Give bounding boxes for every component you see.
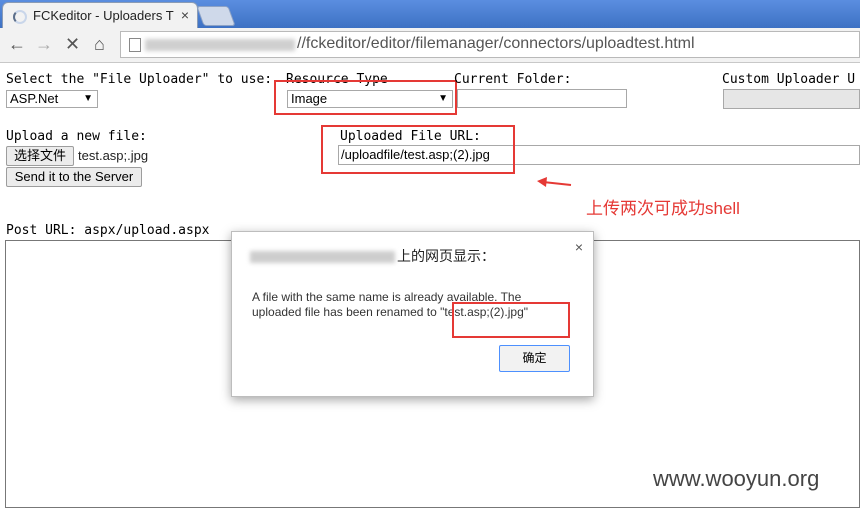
- tab-close-icon[interactable]: ×: [181, 7, 189, 23]
- chevron-down-icon: ▼: [83, 93, 93, 104]
- current-folder-label: Current Folder:: [454, 72, 572, 87]
- uploader-select[interactable]: ASP.Net ▼: [6, 90, 98, 108]
- tab-fckeditor-uploaders[interactable]: FCKeditor - Uploaders T ×: [2, 2, 198, 30]
- tab-bar: FCKeditor - Uploaders T ×: [0, 0, 860, 30]
- dialog-title: 上的网页显示：: [397, 248, 495, 264]
- back-icon[interactable]: ←: [8, 34, 26, 55]
- custom-uploader-label: Custom Uploader U: [722, 72, 856, 87]
- chosen-file-name: test.asp;.jpg: [78, 148, 149, 163]
- new-tab-button[interactable]: [196, 6, 236, 26]
- highlight-uploaded-url: [321, 125, 515, 174]
- dialog-host-redacted: [250, 251, 395, 263]
- home-icon[interactable]: ⌂: [94, 34, 105, 55]
- watermark: www.wooyun.org: [653, 466, 820, 491]
- close-icon[interactable]: ×: [575, 239, 583, 255]
- url-host-redacted: [145, 39, 295, 51]
- custom-uploader-input: [723, 89, 860, 109]
- send-to-server-button[interactable]: Send it to the Server: [6, 167, 142, 187]
- upload-new-file-label: Upload a new file:: [6, 129, 147, 144]
- alert-dialog: 上的网页显示： × A file with the same name is a…: [231, 231, 594, 397]
- current-folder-input[interactable]: [457, 89, 627, 108]
- url-text: //fckeditor/editor/filemanager/connector…: [297, 35, 695, 52]
- dialog-message-line2: uploaded file has been renamed to: [252, 305, 441, 319]
- select-uploader-label: Select the "File Uploader" to use:: [6, 72, 273, 87]
- uploader-select-value: ASP.Net: [10, 91, 59, 106]
- browser-toolbar: ← → ✕ ⌂ //fckeditor/editor/filemanager/c…: [0, 28, 860, 63]
- page-icon: [129, 38, 141, 52]
- ok-button[interactable]: 确定: [499, 345, 570, 372]
- forward-icon[interactable]: →: [35, 34, 53, 55]
- address-bar[interactable]: //fckeditor/editor/filemanager/connector…: [120, 31, 860, 58]
- annotation-text: 上传两次可成功shell: [586, 199, 740, 218]
- post-url-text: Post URL: aspx/upload.aspx: [6, 223, 210, 238]
- tab-title: FCKeditor - Uploaders T: [33, 8, 174, 23]
- stop-icon[interactable]: ✕: [65, 34, 80, 55]
- annotation-arrow-icon: [537, 177, 572, 187]
- choose-file-button[interactable]: 选择文件: [6, 146, 74, 166]
- loading-spinner-icon: [13, 10, 27, 24]
- highlight-resource-type: [274, 80, 457, 115]
- highlight-renamed-file: [452, 302, 570, 338]
